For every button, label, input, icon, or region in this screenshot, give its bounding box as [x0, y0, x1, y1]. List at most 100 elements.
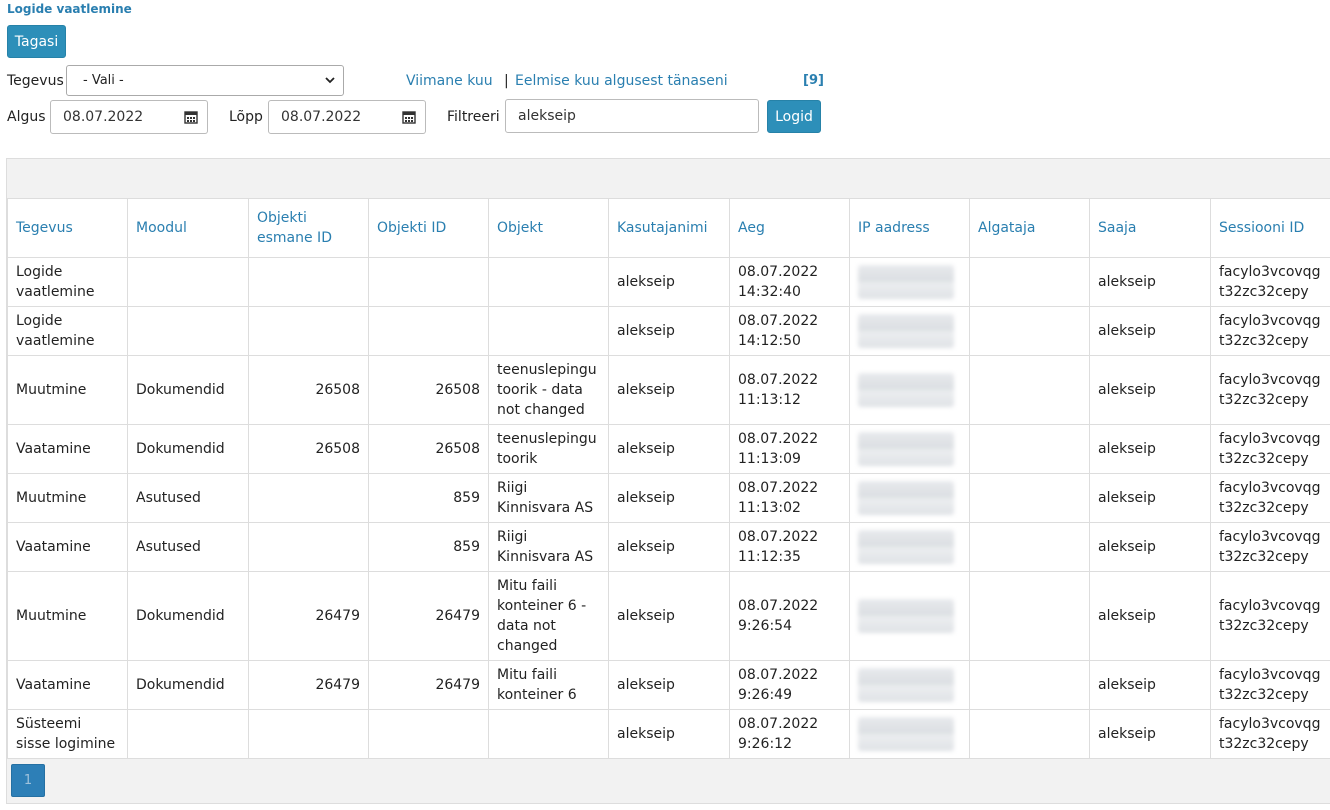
redacted-ip	[858, 265, 954, 299]
cell-ip-address	[849, 660, 970, 710]
start-date-input[interactable]: 08.07.2022	[50, 100, 175, 134]
cell-action: Muutmine	[7, 571, 128, 661]
cell-username: alekseip	[608, 522, 730, 572]
cell-object-id	[368, 709, 489, 759]
cell-time: 08.07.2022 9:26:49	[729, 660, 850, 710]
cell-action: Logide vaatlemine	[7, 257, 128, 307]
column-header[interactable]: Objekti ID	[368, 198, 489, 258]
page-title: Logide vaatlemine	[7, 2, 132, 16]
cell-module: Dokumendid	[127, 571, 249, 661]
column-header[interactable]: Kasutajanimi	[608, 198, 730, 258]
cell-initiator	[969, 355, 1090, 425]
cell-primary-id	[248, 473, 369, 523]
cell-session-id: facylo3vcovqg t32zc32cepy	[1210, 709, 1330, 759]
cell-ip-address	[849, 571, 970, 661]
action-select[interactable]: - Vali -	[66, 65, 344, 96]
cell-recipient: alekseip	[1089, 473, 1211, 523]
table-row: Vaatamine Asutused 859 Riigi Kinnisvara AS a…	[7, 522, 1330, 572]
filter-label: Filtreeri	[447, 109, 500, 125]
cell-object-id: 26508	[368, 424, 489, 474]
cell-session-id: facylo3vcovqg t32zc32cepy	[1210, 571, 1330, 661]
cell-session-id: facylo3vcovqg t32zc32cepy	[1210, 522, 1330, 572]
column-header[interactable]: Objekt	[488, 198, 609, 258]
logs-button[interactable]: Logid	[767, 100, 821, 133]
table-row: Muutmine Asutused 859 Riigi Kinnisvara AS al…	[7, 473, 1330, 523]
redacted-ip	[858, 717, 954, 751]
pagination-page-1[interactable]: 1	[11, 764, 45, 797]
cell-recipient: alekseip	[1089, 660, 1211, 710]
redacted-ip	[858, 668, 954, 702]
column-header[interactable]: Aeg	[729, 198, 850, 258]
back-button[interactable]: Tagasi	[7, 25, 66, 58]
cell-object-id: 26508	[368, 355, 489, 425]
redacted-ip	[858, 599, 954, 633]
cell-session-id: facylo3vcovqg t32zc32cepy	[1210, 473, 1330, 523]
cell-primary-id: 26479	[248, 571, 369, 661]
result-count: [9]	[803, 73, 824, 88]
prev-month-link[interactable]: Eelmise kuu algusest tänaseni	[515, 73, 728, 89]
cell-action: Vaatamine	[7, 424, 128, 474]
cell-primary-id	[248, 306, 369, 356]
cell-primary-id: 26508	[248, 424, 369, 474]
action-label: Tegevus	[7, 73, 64, 89]
table-header-row: Tegevus Moodul Objekti esmane ID Objekti…	[7, 198, 1330, 258]
cell-object-id: 26479	[368, 660, 489, 710]
column-header[interactable]: IP aadress	[849, 198, 970, 258]
cell-session-id: facylo3vcovqg t32zc32cepy	[1210, 257, 1330, 307]
calendar-icon	[183, 111, 198, 124]
cell-module	[127, 709, 249, 759]
table-row: Logide vaatlemine alekseip 08.07.2022 14:1…	[7, 306, 1330, 356]
cell-initiator	[969, 473, 1090, 523]
table-row: Muutmine Dokumendid 26508 26508 teenusleping…	[7, 355, 1330, 425]
end-label: Lõpp	[229, 109, 263, 125]
cell-initiator	[969, 424, 1090, 474]
column-header[interactable]: Sessiooni ID	[1210, 198, 1330, 258]
cell-time: 08.07.2022 11:13:02	[729, 473, 850, 523]
table-row: Vaatamine Dokumendid 26508 26508 teenuslepin…	[7, 424, 1330, 474]
cell-object	[488, 257, 609, 307]
cell-action: Logide vaatlemine	[7, 306, 128, 356]
start-date-picker[interactable]	[174, 100, 208, 134]
table-row: Muutmine Dokumendid 26479 26479 Mitu faili k…	[7, 571, 1330, 661]
end-date-input[interactable]: 08.07.2022	[268, 100, 393, 134]
column-header[interactable]: Moodul	[127, 198, 249, 258]
column-header[interactable]: Saaja	[1089, 198, 1211, 258]
cell-object: Mitu faili konteiner 6 - data not change…	[488, 571, 609, 661]
cell-initiator	[969, 257, 1090, 307]
cell-object	[488, 306, 609, 356]
column-header[interactable]: Algataja	[969, 198, 1090, 258]
cell-action: Vaatamine	[7, 660, 128, 710]
cell-username: alekseip	[608, 257, 730, 307]
column-header[interactable]: Objekti esmane ID	[248, 198, 369, 258]
cell-primary-id: 26479	[248, 660, 369, 710]
chevron-down-icon	[325, 77, 335, 84]
cell-ip-address	[849, 306, 970, 356]
start-label: Algus	[7, 109, 46, 125]
redacted-ip	[858, 373, 954, 407]
cell-action: Süsteemi sisse logimine	[7, 709, 128, 759]
column-header[interactable]: Tegevus	[7, 198, 128, 258]
cell-recipient: alekseip	[1089, 257, 1211, 307]
end-date-picker[interactable]	[392, 100, 426, 134]
log-table: Tegevus Moodul Objekti esmane ID Objekti…	[7, 198, 1330, 759]
cell-module	[127, 306, 249, 356]
cell-recipient: alekseip	[1089, 424, 1211, 474]
cell-primary-id	[248, 257, 369, 307]
cell-module: Dokumendid	[127, 424, 249, 474]
link-separator: |	[504, 73, 509, 89]
filter-input[interactable]: alekseip	[505, 99, 759, 133]
last-month-link[interactable]: Viimane kuu	[406, 73, 493, 89]
table-row: Vaatamine Dokumendid 26479 26479 Mitu faili …	[7, 660, 1330, 710]
cell-module: Dokumendid	[127, 355, 249, 425]
cell-object: Riigi Kinnisvara AS	[488, 522, 609, 572]
cell-object: teenuslepingu toorik - data not changed	[488, 355, 609, 425]
cell-session-id: facylo3vcovqg t32zc32cepy	[1210, 424, 1330, 474]
cell-session-id: facylo3vcovqg t32zc32cepy	[1210, 306, 1330, 356]
cell-recipient: alekseip	[1089, 306, 1211, 356]
cell-action: Muutmine	[7, 355, 128, 425]
cell-time: 08.07.2022 11:13:09	[729, 424, 850, 474]
cell-initiator	[969, 709, 1090, 759]
redacted-ip	[858, 530, 954, 564]
cell-time: 08.07.2022 14:12:50	[729, 306, 850, 356]
cell-initiator	[969, 306, 1090, 356]
